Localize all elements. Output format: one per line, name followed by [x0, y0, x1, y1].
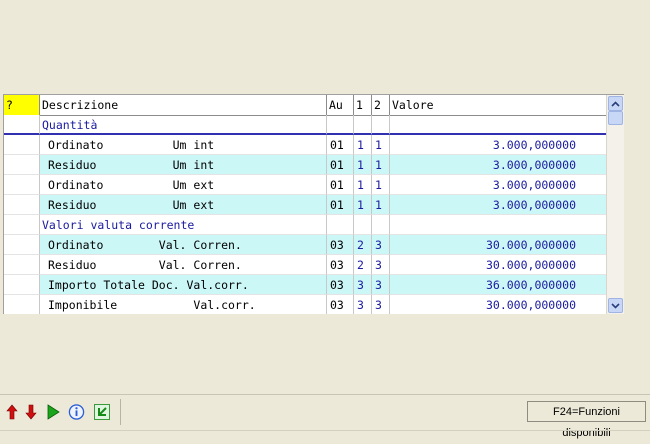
cell-valore: 3.000,000000: [390, 135, 607, 155]
data-grid[interactable]: ? Descrizione Au 1 2 Valore Quantità Ord…: [3, 94, 624, 314]
row-marker: [4, 235, 40, 255]
table-row[interactable]: Residuo Um ext 01 1 1 3.000,000000: [4, 195, 607, 215]
play-icon: [47, 404, 60, 420]
run-button[interactable]: [44, 403, 61, 421]
chevron-up-icon: [611, 100, 620, 107]
table-row[interactable]: Importo Totale Doc. Val.corr. 03 3 3 36.…: [4, 275, 607, 295]
cell-col-2: 3: [372, 235, 390, 255]
row-marker: [4, 195, 40, 215]
group-row-valori-valuta-corrente[interactable]: Valori valuta corrente: [4, 215, 607, 235]
table-row[interactable]: Imponibile Val.corr. 03 3 3 30.000,00000…: [4, 295, 607, 314]
cell-descrizione: Residuo Um int: [40, 155, 327, 175]
status-bar: F24=Funzioni disponibili: [0, 394, 650, 439]
header-col-2[interactable]: 2: [372, 95, 390, 115]
back-button[interactable]: [93, 403, 110, 421]
header-descrizione[interactable]: Descrizione: [40, 95, 327, 115]
vertical-scrollbar[interactable]: [606, 95, 624, 314]
cell-au: [327, 215, 354, 235]
functions-button[interactable]: F24=Funzioni disponibili: [527, 401, 646, 439]
row-marker: [4, 275, 40, 295]
cell-col-1: [354, 115, 372, 135]
cell-valore: 30.000,000000: [390, 295, 607, 314]
cell-col-2: 3: [372, 295, 390, 314]
cell-valore: 30.000,000000: [390, 235, 607, 255]
toolbar: [0, 399, 121, 425]
cell-col-2: 1: [372, 175, 390, 195]
row-marker: [4, 155, 40, 175]
row-marker: [4, 255, 40, 275]
cell-valore: 3.000,000000: [390, 175, 607, 195]
arrow-up-icon: [5, 404, 18, 420]
cell-col-1: 1: [354, 195, 372, 215]
cell-descrizione: Ordinato Val. Corren.: [40, 235, 327, 255]
cell-au: 01: [327, 135, 354, 155]
cell-valore: 36.000,000000: [390, 275, 607, 295]
cell-au: [327, 115, 354, 135]
cell-au: 01: [327, 175, 354, 195]
cell-col-1: 1: [354, 155, 372, 175]
cell-col-2: [372, 215, 390, 235]
row-marker: [4, 215, 40, 235]
cell-col-1: 2: [354, 235, 372, 255]
cell-col-2: 3: [372, 275, 390, 295]
group-row-quantita[interactable]: Quantità: [4, 115, 607, 135]
header-marker[interactable]: ?: [4, 95, 40, 115]
move-down-button[interactable]: [22, 403, 39, 421]
cell-au: 01: [327, 195, 354, 215]
cell-col-2: 1: [372, 155, 390, 175]
row-marker: [4, 295, 40, 314]
table-row[interactable]: Ordinato Val. Corren. 03 2 3 30.000,0000…: [4, 235, 607, 255]
cell-descrizione: Importo Totale Doc. Val.corr.: [40, 275, 327, 295]
move-up-button[interactable]: [3, 403, 20, 421]
cell-col-2: 3: [372, 255, 390, 275]
arrow-down-icon: [24, 404, 37, 420]
row-marker: [4, 135, 40, 155]
scroll-thumb[interactable]: [608, 111, 623, 125]
info-button[interactable]: [68, 403, 85, 421]
cell-col-2: 1: [372, 195, 390, 215]
chevron-down-icon: [611, 302, 620, 309]
cell-valore: 3.000,000000: [390, 155, 607, 175]
cell-col-1: 2: [354, 255, 372, 275]
table-row[interactable]: Ordinato Um ext 01 1 1 3.000,000000: [4, 175, 607, 195]
group-label: Valori valuta corrente: [40, 215, 327, 235]
row-marker: [4, 115, 40, 135]
header-valore[interactable]: Valore: [390, 95, 607, 115]
cell-col-2: [372, 115, 390, 135]
grid-header: ? Descrizione Au 1 2 Valore: [4, 95, 607, 116]
header-col-1[interactable]: 1: [354, 95, 372, 115]
cell-col-2: 1: [372, 135, 390, 155]
cell-descrizione: Residuo Val. Corren.: [40, 255, 327, 275]
row-marker: [4, 175, 40, 195]
cell-descrizione: Imponibile Val.corr.: [40, 295, 327, 314]
info-icon: [68, 404, 85, 420]
table-row[interactable]: Residuo Um int 01 1 1 3.000,000000: [4, 155, 607, 175]
cell-au: 01: [327, 155, 354, 175]
cell-col-1: 1: [354, 135, 372, 155]
cell-col-1: [354, 215, 372, 235]
cell-descrizione: Ordinato Um ext: [40, 175, 327, 195]
cell-col-1: 3: [354, 275, 372, 295]
scroll-down-button[interactable]: [608, 298, 623, 313]
table-row[interactable]: Ordinato Um int 01 1 1 3.000,000000: [4, 135, 607, 155]
cell-descrizione: Residuo Um ext: [40, 195, 327, 215]
table-row[interactable]: Residuo Val. Corren. 03 2 3 30.000,00000…: [4, 255, 607, 275]
cell-au: 03: [327, 295, 354, 314]
bottom-divider: [0, 430, 650, 431]
cell-col-1: 3: [354, 295, 372, 314]
cell-au: 03: [327, 235, 354, 255]
cell-col-1: 1: [354, 175, 372, 195]
cell-descrizione: Ordinato Um int: [40, 135, 327, 155]
cell-valore: [390, 115, 607, 135]
cell-valore: [390, 215, 607, 235]
cell-au: 03: [327, 255, 354, 275]
cell-valore: 3.000,000000: [390, 195, 607, 215]
header-au[interactable]: Au: [327, 95, 354, 115]
cell-valore: 30.000,000000: [390, 255, 607, 275]
back-icon: [93, 404, 110, 420]
group-label: Quantità: [40, 115, 327, 135]
scroll-up-button[interactable]: [608, 96, 623, 111]
cell-au: 03: [327, 275, 354, 295]
